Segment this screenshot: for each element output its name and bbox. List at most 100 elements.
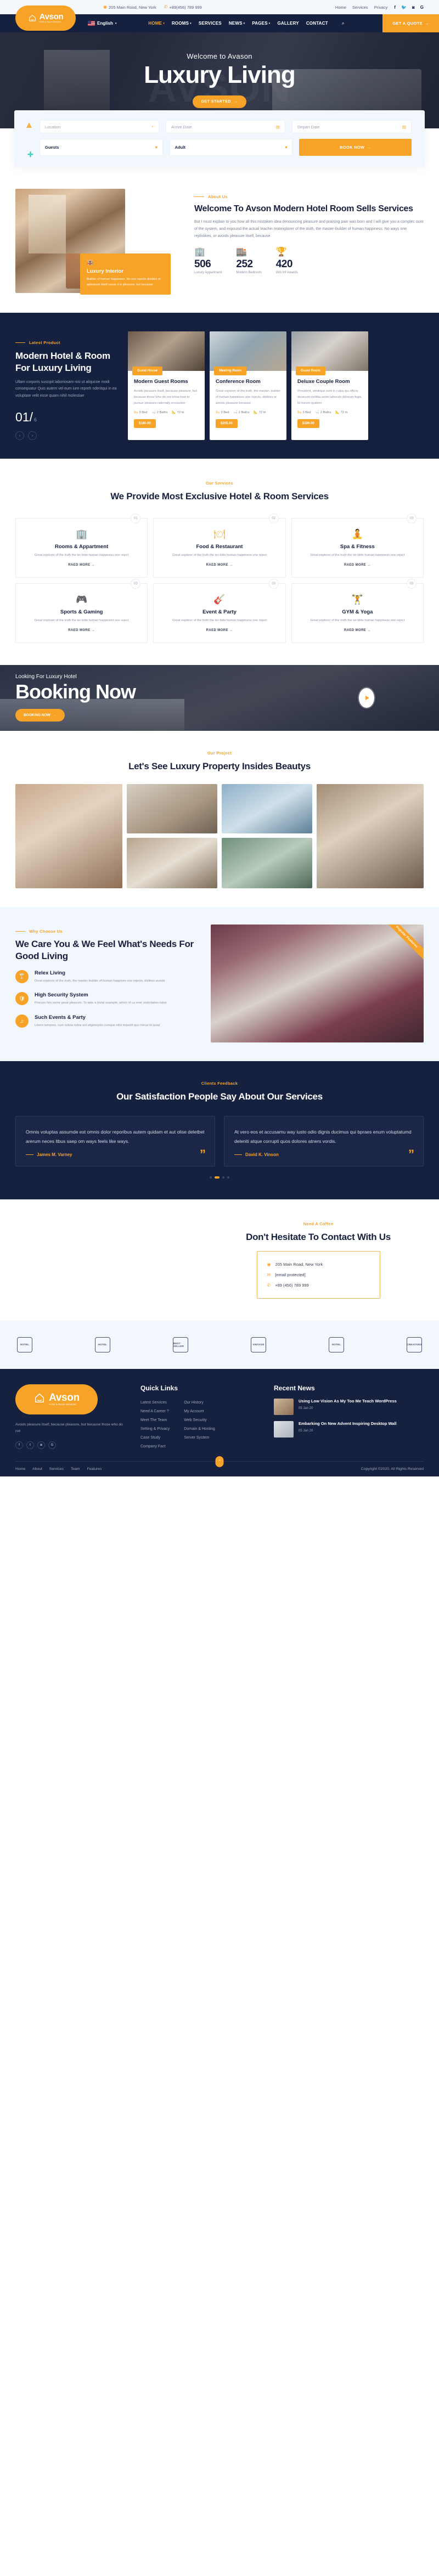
quick-link[interactable]: My Account (184, 1407, 215, 1416)
nav-item-news[interactable]: NEWS ▾ (229, 21, 245, 26)
facebook-icon[interactable]: f (394, 5, 396, 10)
guests-select[interactable]: Guests ▾ (40, 139, 163, 156)
footer-nav-features[interactable]: Features (87, 1467, 102, 1471)
play-icon[interactable] (359, 687, 374, 708)
room-card[interactable]: Guest Room Deluxe Couple Room Provident,… (291, 331, 368, 441)
instagram-icon[interactable]: ◙ (37, 1441, 45, 1449)
depart-date-input[interactable]: Depart Date ▤ (292, 120, 412, 133)
gallery-image-5[interactable] (222, 838, 312, 889)
topbar-phone[interactable]: ✆ +89(456) 789 999 (164, 5, 202, 10)
quick-link[interactable]: Need A Career ? (140, 1407, 170, 1416)
search-icon[interactable]: ⌕ (342, 20, 345, 26)
testimonial-dot-active[interactable] (215, 1176, 219, 1179)
contact-phone-row[interactable]: ✆ +89 (456) 789 999 (267, 1280, 370, 1290)
service-card-sports-gaming[interactable]: 03 🎮 Sports & Gaming Great explorer of t… (15, 578, 148, 643)
site-logo[interactable]: Avson Hotel & Room Services (15, 5, 76, 31)
topbar-link-home[interactable]: Home (335, 5, 346, 10)
nav-item-home[interactable]: HOME ▾ (148, 21, 165, 26)
news-item[interactable]: Embarking On New Advent Inspiring Deskto… (274, 1421, 424, 1438)
testimonial-dot[interactable] (227, 1176, 229, 1179)
nav-item-pages[interactable]: PAGES ▾ (252, 21, 270, 26)
testimonial-dot[interactable] (222, 1176, 224, 1179)
bed-icon: 🛏 (216, 410, 220, 414)
quick-link[interactable]: Meet The Team (140, 1416, 170, 1425)
service-read-more[interactable]: RAED MORE → (344, 629, 371, 632)
service-card-spa-fitness[interactable]: 03 🧘 Spa & Fitness Great explorer of the… (291, 514, 424, 578)
quick-link[interactable]: Our History (184, 1399, 215, 1407)
room-price[interactable]: $180.00 (134, 419, 156, 428)
room-price[interactable]: $205.00 (216, 419, 238, 428)
nav-item-rooms[interactable]: ROOMS ▾ (172, 21, 192, 26)
room-image: Guest House (128, 331, 205, 375)
envelope-icon: ✉ (267, 1272, 271, 1277)
hero-title: Luxury Living (144, 61, 295, 88)
get-a-quote-button[interactable]: GET A QUOTE → (382, 14, 439, 32)
topbar-link-privacy[interactable]: Privacy (374, 5, 388, 10)
get-started-button[interactable]: GET STARTED → (192, 95, 247, 108)
room-bath: 🛁 2 Baths (152, 411, 168, 414)
area-icon: 📐 (254, 410, 258, 414)
slider-prev-button[interactable]: ‹ (15, 431, 24, 441)
quick-link[interactable]: Case Study (140, 1434, 170, 1442)
footer-nav-team[interactable]: Team (71, 1467, 80, 1471)
testimonial-dot[interactable] (210, 1176, 212, 1179)
gallery-image-3[interactable] (127, 838, 217, 889)
service-card-rooms-appartment[interactable]: 01 🏢 Rooms & Appartment Great explorer o… (15, 514, 148, 578)
slider-counter-total: 6 (33, 417, 37, 423)
quick-link[interactable]: Latest Services (140, 1399, 170, 1407)
depart-date-value: Depart Date (297, 124, 320, 129)
gallery-image-6[interactable] (317, 784, 424, 889)
room-card[interactable]: Meeting Room Conference Room Great explo… (210, 331, 286, 441)
facebook-icon[interactable]: f (15, 1441, 23, 1449)
google-icon[interactable]: G (420, 5, 424, 10)
footer-nav-services[interactable]: Services (49, 1467, 64, 1471)
quick-link[interactable]: Setting & Privacy (140, 1425, 170, 1434)
room-card[interactable]: Guest House Modern Guest Rooms Avoids pl… (128, 331, 205, 441)
service-read-more[interactable]: RAED MORE → (68, 629, 95, 632)
language-selector[interactable]: English ▾ (88, 21, 116, 26)
service-read-more[interactable]: RAED MORE → (68, 563, 95, 567)
service-card-food-restaurant[interactable]: 02 🍽 Food & Restaurant Great explorer of… (153, 514, 286, 578)
about-title: Welcome To Avson Modern Hotel Room Sells… (194, 204, 413, 213)
location-input[interactable]: Location ⌕ (40, 120, 159, 133)
room-price[interactable]: $199.00 (297, 419, 319, 428)
twitter-icon[interactable]: t (26, 1441, 34, 1449)
footer-logo[interactable]: Avson Hotel & Room Services (15, 1384, 98, 1414)
service-card-gym-yoga[interactable]: 03 🏋 GYM & Yoga Great explorer of the tr… (291, 578, 424, 643)
brand-logo: HOTEL (15, 1334, 34, 1356)
food-icon: 🍽 (213, 529, 226, 540)
service-read-more[interactable]: RAED MORE → (206, 629, 233, 632)
quick-link[interactable]: Web Security (184, 1416, 215, 1425)
nav-item-services[interactable]: SERVICES (199, 21, 222, 26)
gallery-image-2[interactable] (127, 784, 217, 834)
twitter-icon[interactable]: 🐦 (401, 5, 407, 10)
quick-link[interactable]: Company Fact (140, 1442, 170, 1451)
google-icon[interactable]: G (48, 1441, 56, 1449)
nav-item-contact[interactable]: CONTACT (306, 21, 328, 26)
service-read-more[interactable]: RAED MORE → (206, 563, 233, 567)
contact-email-row[interactable]: ✉ [email protected] (267, 1270, 370, 1280)
service-card-event-party[interactable]: 03 🎸 Event & Party Great explorer of the… (153, 578, 286, 643)
nav-item-gallery[interactable]: GALLERY (277, 21, 299, 26)
brand-logo: VINTAGE (249, 1334, 268, 1356)
footer-logo-tagline: Hotel & Room Services (49, 1403, 76, 1406)
quick-link[interactable]: Domain & Hosting (184, 1425, 215, 1434)
gallery-image-1[interactable] (15, 784, 122, 889)
adult-select[interactable]: Adult ▾ (169, 139, 293, 156)
gallery-image-4[interactable] (222, 784, 312, 834)
service-read-more[interactable]: RAED MORE → (344, 563, 371, 567)
news-item[interactable]: Using Low Vision As My Too Me Teach Word… (274, 1398, 424, 1415)
topbar-link-services[interactable]: Services (352, 5, 368, 10)
about-content: About Us Welcome To Avson Modern Hotel R… (194, 189, 424, 293)
footer-nav-about[interactable]: About (32, 1467, 42, 1471)
booking-now-button[interactable]: BOOKING NOW → (15, 708, 65, 721)
contact-info-box: ◉ 205 Main Road, New York ✉ [email prote… (256, 1250, 380, 1299)
slider-next-button[interactable]: › (28, 431, 37, 441)
instagram-icon[interactable]: ◙ (412, 5, 415, 10)
arrive-date-input[interactable]: Arrive Date ▤ (166, 120, 285, 133)
book-now-button[interactable]: BOOK NOW → (299, 139, 412, 156)
scroll-to-top-button[interactable]: ^ (215, 1456, 224, 1467)
quick-link[interactable]: Server System (184, 1434, 215, 1442)
testimonial-card: Omnis voluptas assumde est omnis dolor r… (15, 1116, 215, 1167)
footer-nav-home[interactable]: Home (15, 1467, 25, 1471)
